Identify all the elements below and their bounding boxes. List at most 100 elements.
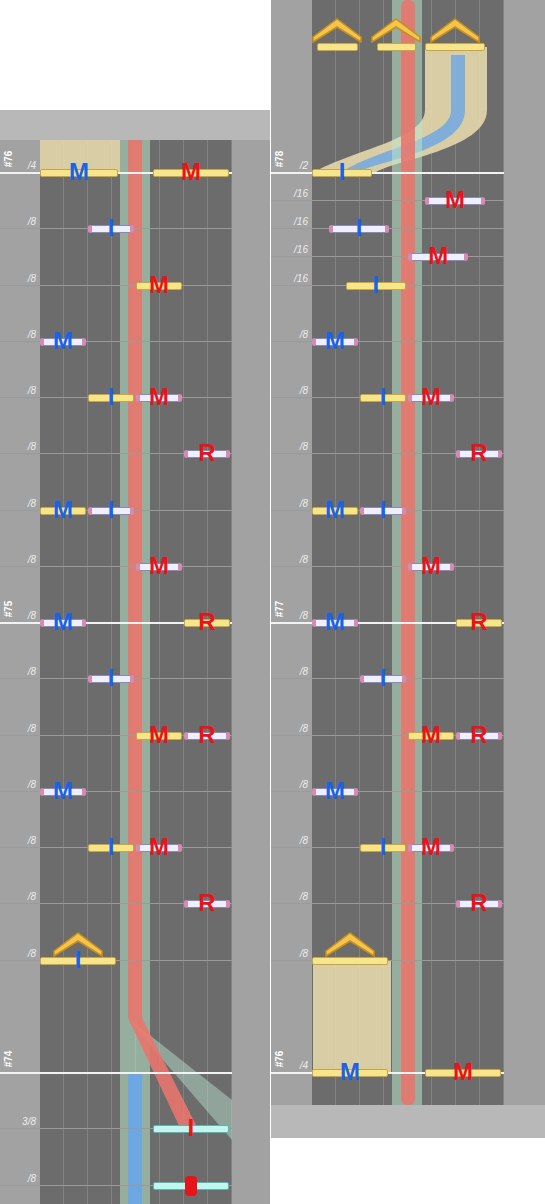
finger-label: M xyxy=(423,242,453,270)
measure-label: #75 xyxy=(3,594,15,624)
note-bar[interactable] xyxy=(377,43,416,51)
lane xyxy=(208,140,232,1204)
division-label: /8 xyxy=(282,498,308,510)
division-label: /8 xyxy=(10,498,36,510)
finger-label: I xyxy=(368,383,398,411)
lane xyxy=(456,0,480,1105)
finger-label: M xyxy=(416,833,446,861)
division-label: /8 xyxy=(10,554,36,566)
finger-label: I xyxy=(368,496,398,524)
flick-arrow-icon xyxy=(324,929,376,957)
division-label: /8 xyxy=(10,1173,36,1185)
division-label: /16 xyxy=(282,273,308,285)
finger-label: M xyxy=(320,496,350,524)
finger-label: M xyxy=(144,721,174,749)
division-label: /8 xyxy=(10,329,36,341)
measure-label: #78 xyxy=(274,144,286,174)
measure-label: #74 xyxy=(3,1044,15,1074)
lane xyxy=(480,0,504,1105)
column-header xyxy=(0,110,270,140)
finger-label: M xyxy=(448,1058,478,1086)
finger-label: M xyxy=(320,327,350,355)
note-bar[interactable] xyxy=(312,957,388,965)
blank-area xyxy=(0,0,270,110)
finger-label: I xyxy=(96,214,126,242)
division-label: /8 xyxy=(282,441,308,453)
chart-editor: /4#76/8/8/8/8/8/8/8/8#75/8/8/8/8/8/8#743… xyxy=(0,0,545,1204)
division-label: /8 xyxy=(282,554,308,566)
division-label: /8 xyxy=(282,329,308,341)
finger-label: M xyxy=(416,383,446,411)
finger-label: M xyxy=(144,552,174,580)
division-label: /8 xyxy=(282,835,308,847)
finger-label: M xyxy=(48,496,78,524)
division-label: /8 xyxy=(282,948,308,960)
finger-label: R xyxy=(192,721,222,749)
note-bar[interactable] xyxy=(425,43,485,51)
division-label: /8 xyxy=(10,441,36,453)
division-label: /2 xyxy=(282,160,308,172)
left-column: /4#76/8/8/8/8/8/8/8/8#75/8/8/8/8/8/8#743… xyxy=(0,0,270,1204)
finger-label: M xyxy=(144,383,174,411)
division-label: /8 xyxy=(282,891,308,903)
finger-label: M xyxy=(416,721,446,749)
finger-label: I xyxy=(176,1114,206,1142)
note-bar[interactable] xyxy=(317,43,358,51)
lane xyxy=(160,140,184,1204)
column-footer xyxy=(271,1105,545,1138)
finger-label: R xyxy=(464,439,494,467)
chart-canvas[interactable]: /2#78/16/16/16/16/8/8/8/8/8/8#77/8/8/8/8… xyxy=(271,0,545,1105)
finger-label: M xyxy=(440,186,470,214)
finger-label: R xyxy=(192,608,222,636)
measure-label: #77 xyxy=(274,594,286,624)
finger-label: R xyxy=(464,721,494,749)
division-label: /8 xyxy=(10,723,36,735)
finger-label: M xyxy=(48,608,78,636)
division-label: /16 xyxy=(282,244,308,256)
division-label: /8 xyxy=(10,273,36,285)
hold-tubes xyxy=(271,0,545,1105)
measure-line xyxy=(271,172,504,174)
lane xyxy=(64,140,88,1204)
measure-label: #76 xyxy=(274,1044,286,1074)
beat-line xyxy=(0,566,232,567)
measure-label: #76 xyxy=(3,144,15,174)
flick-arrow-icon xyxy=(370,15,422,43)
beat-line xyxy=(0,285,232,286)
finger-label: I xyxy=(96,383,126,411)
finger-label: M xyxy=(335,1058,365,1086)
division-label: /8 xyxy=(10,948,36,960)
division-label: /8 xyxy=(282,723,308,735)
finger-label: M xyxy=(320,777,350,805)
beat-line xyxy=(0,791,232,792)
slide-end-marker xyxy=(185,1176,197,1196)
beat-line xyxy=(0,341,232,342)
division-label: /8 xyxy=(282,610,308,622)
division-label: /8 xyxy=(10,216,36,228)
finger-label: I xyxy=(63,946,93,974)
lane xyxy=(184,140,208,1204)
division-label: /8 xyxy=(10,666,36,678)
beat-line xyxy=(271,791,504,792)
finger-label: R xyxy=(192,439,222,467)
division-label: /16 xyxy=(282,216,308,228)
chart-canvas[interactable]: /4#76/8/8/8/8/8/8/8/8#75/8/8/8/8/8/8#743… xyxy=(0,140,270,1204)
flick-arrow-icon xyxy=(311,15,363,43)
lane xyxy=(40,140,64,1204)
finger-label: M xyxy=(176,158,206,186)
finger-label: M xyxy=(64,158,94,186)
division-label: /8 xyxy=(10,835,36,847)
finger-label: R xyxy=(464,889,494,917)
finger-label: I xyxy=(361,271,391,299)
finger-label: I xyxy=(96,833,126,861)
finger-label: M xyxy=(320,608,350,636)
hold-tubes xyxy=(0,140,270,1204)
finger-label: I xyxy=(368,833,398,861)
finger-label: R xyxy=(192,889,222,917)
finger-label: M xyxy=(416,552,446,580)
blank-area xyxy=(271,1138,545,1204)
division-label: /8 xyxy=(282,779,308,791)
finger-label: M xyxy=(48,777,78,805)
finger-label: M xyxy=(48,327,78,355)
measure-line xyxy=(0,1072,232,1074)
